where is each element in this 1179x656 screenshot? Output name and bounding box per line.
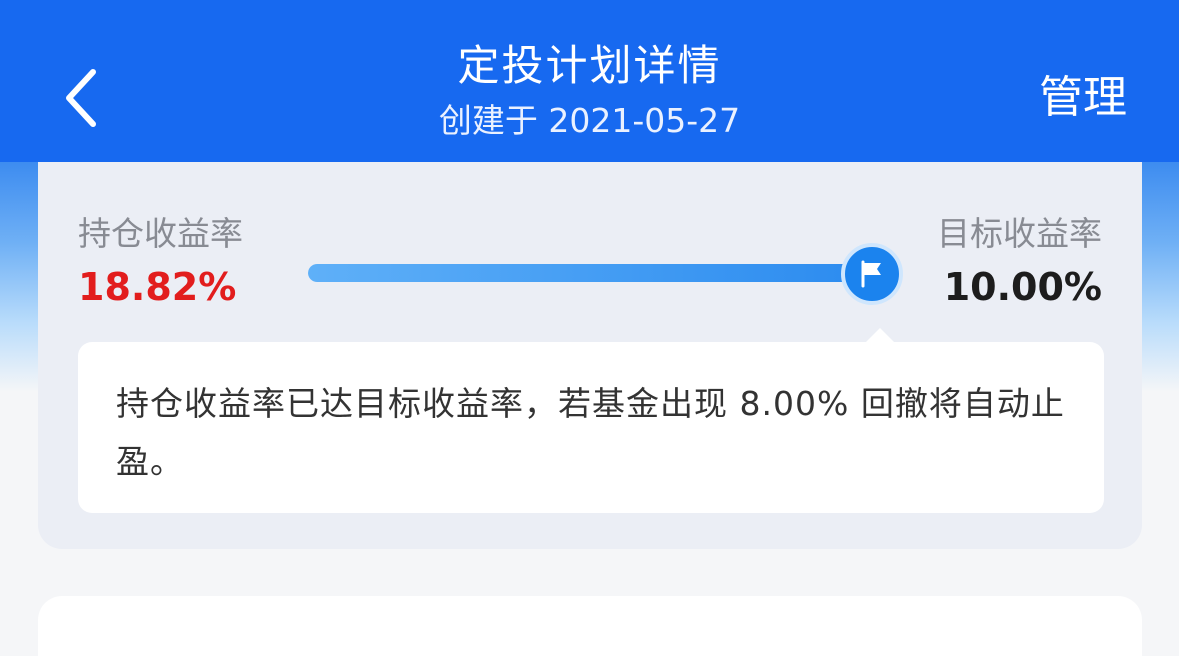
profit-target-card: 持仓收益率 目标收益率 18.82% 10.00% 持仓收益率已达目标收益率，若… bbox=[38, 162, 1142, 549]
top-navigation-bar: 定投计划详情 创建于 2021-05-27 管理 bbox=[0, 0, 1179, 162]
flag-icon bbox=[861, 260, 881, 288]
notice-pointer-arrow bbox=[864, 328, 896, 344]
manage-button[interactable]: 管理 bbox=[1039, 70, 1127, 126]
target-flag-marker[interactable] bbox=[841, 243, 903, 305]
yield-progress-track bbox=[308, 264, 886, 282]
take-profit-notice-text: 持仓收益率已达目标收益率，若基金出现 8.00% 回撤将自动止盈。 bbox=[116, 384, 1065, 481]
target-yield-value: 10.00% bbox=[943, 265, 1102, 309]
holding-yield-label: 持仓收益率 bbox=[78, 214, 243, 253]
yield-progress-fill bbox=[308, 264, 886, 282]
take-profit-notice: 持仓收益率已达目标收益率，若基金出现 8.00% 回撤将自动止盈。 bbox=[78, 328, 1104, 513]
target-yield-label: 目标收益率 bbox=[937, 214, 1102, 253]
page-subtitle-created-date: 创建于 2021-05-27 bbox=[438, 101, 741, 140]
holding-yield-value: 18.82% bbox=[78, 265, 237, 309]
page-title: 定投计划详情 bbox=[457, 41, 722, 90]
next-section-card bbox=[38, 596, 1142, 656]
